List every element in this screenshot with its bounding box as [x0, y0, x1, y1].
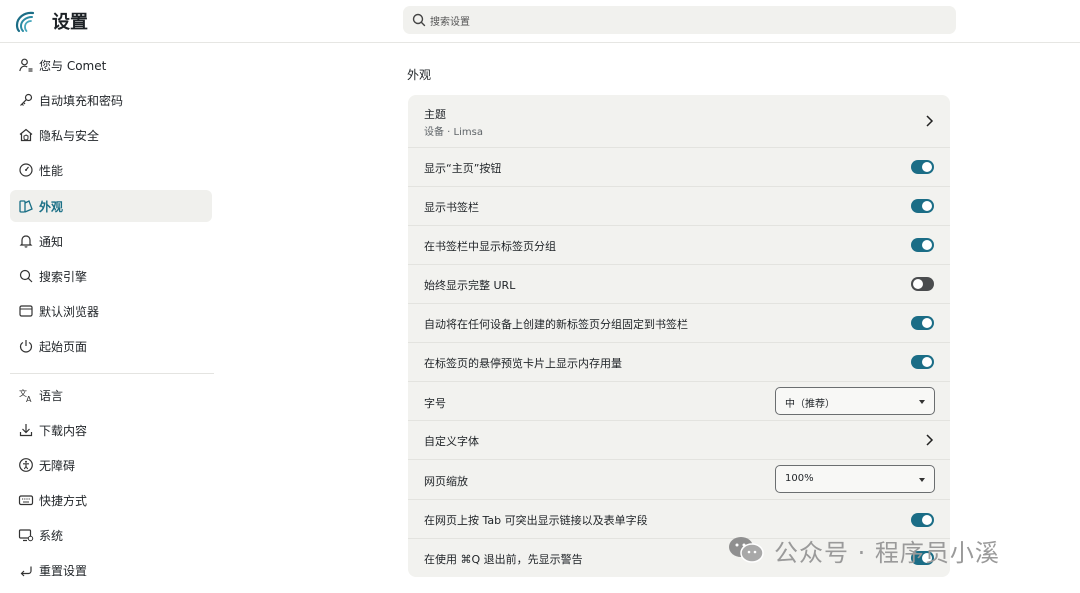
- sidebar-item-accessibility[interactable]: 无障碍: [10, 449, 212, 481]
- sidebar-item-reset[interactable]: 重置设置: [10, 554, 212, 586]
- sidebar-item-language[interactable]: 文 A 语言: [10, 379, 212, 411]
- settings-row-custom-fonts[interactable]: 自定义字体: [408, 420, 950, 459]
- reset-icon: [20, 566, 32, 577]
- user-icon: [19, 58, 33, 72]
- keyboard-icon: [18, 495, 34, 506]
- tab-groups-toggle[interactable]: [911, 238, 934, 252]
- sidebar-item-default-browser[interactable]: 默认浏览器: [10, 295, 212, 327]
- key-icon: [20, 93, 33, 106]
- home-button-toggle[interactable]: [911, 160, 934, 174]
- sidebar-item-label: 搜索引擎: [39, 269, 88, 284]
- sidebar-divider: [10, 373, 214, 374]
- font-size-select[interactable]: 中（推荐）: [775, 387, 935, 415]
- sidebar-item-label: 起始页面: [39, 339, 88, 354]
- settings-row-memory-usage: 在标签页的悬停预览卡片上显示内存用量: [408, 342, 950, 381]
- app-header: 设置 搜索设置: [0, 0, 1080, 43]
- wechat-icon: [729, 537, 764, 563]
- font-size-value: 中（推荐）: [785, 399, 835, 410]
- search-input[interactable]: 搜索设置: [403, 6, 956, 34]
- row-label: 在标签页的悬停预览卡片上显示内存用量: [424, 357, 622, 370]
- palette-icon: [19, 200, 33, 213]
- row-label: 自动将在任何设备上创建的新标签页分组固定到书签栏: [424, 318, 688, 331]
- search-icon: [412, 13, 426, 27]
- sidebar-item-shortcuts[interactable]: 快捷方式: [10, 484, 212, 516]
- settings-row-pin-tab-groups: 自动将在任何设备上创建的新标签页分组固定到书签栏: [408, 303, 950, 342]
- appearance-settings-panel: 主题 设备 · Limsa 显示“主页”按钮 显示书签栏 在书签栏中显示标签页分…: [408, 95, 950, 577]
- tab-highlight-toggle[interactable]: [911, 513, 934, 527]
- sidebar-item-label: 下载内容: [39, 423, 88, 438]
- chevron-down-icon: [919, 400, 925, 404]
- row-label: 在网页上按 Tab 可突出显示链接以及表单字段: [424, 514, 648, 527]
- sidebar-item-label: 默认浏览器: [39, 304, 100, 319]
- settings-row-theme[interactable]: 主题 设备 · Limsa: [408, 95, 950, 147]
- row-label: 主题: [424, 108, 446, 121]
- settings-row-full-url: 始终显示完整 URL: [408, 264, 950, 303]
- row-label: 在书签栏中显示标签页分组: [424, 240, 556, 253]
- sidebar-item-startup-page[interactable]: 起始页面: [10, 330, 212, 362]
- system-icon: [18, 529, 34, 542]
- sidebar-item-label: 重置设置: [39, 563, 88, 578]
- watermark: 公众号 · 程序员小溪: [726, 532, 1000, 568]
- svg-text:A: A: [26, 395, 32, 403]
- row-label: 网页缩放: [424, 475, 468, 488]
- sidebar-item-you-and-comet[interactable]: 您与 Comet: [10, 49, 212, 81]
- sidebar-item-appearance[interactable]: 外观: [10, 190, 212, 222]
- settings-row-page-zoom: 网页缩放 100%: [408, 459, 950, 499]
- sidebar-item-label: 隐私与安全: [39, 128, 100, 143]
- sidebar-item-label: 语言: [39, 388, 64, 403]
- sidebar-item-autofill[interactable]: 自动填充和密码: [10, 84, 212, 116]
- accessibility-icon: [19, 458, 33, 472]
- sidebar-item-downloads[interactable]: 下载内容: [10, 414, 212, 446]
- sidebar-item-notifications[interactable]: 通知: [10, 225, 212, 257]
- row-label: 自定义字体: [424, 435, 479, 448]
- power-icon: [19, 340, 33, 353]
- row-label: 在使用 ⌘Q 退出前，先显示警告: [424, 553, 583, 566]
- gauge-icon: [19, 163, 33, 177]
- row-label: 字号: [424, 397, 446, 410]
- sidebar-item-label: 快捷方式: [39, 493, 88, 508]
- sidebar-item-performance[interactable]: 性能: [10, 154, 212, 186]
- settings-row-font-size: 字号 中（推荐）: [408, 381, 950, 420]
- sidebar-item-label: 自动填充和密码: [39, 93, 124, 108]
- settings-row-tab-groups-in-bookmarks: 在书签栏中显示标签页分组: [408, 225, 950, 264]
- row-label: 显示“主页”按钮: [424, 162, 502, 175]
- translate-icon: 文 A: [19, 388, 32, 403]
- sidebar-item-search-engine[interactable]: 搜索引擎: [10, 260, 212, 292]
- row-sublabel: 设备 · Limsa: [424, 127, 483, 138]
- row-label: 始终显示完整 URL: [424, 279, 516, 292]
- browser-icon: [19, 305, 33, 317]
- search-icon: [19, 269, 33, 283]
- watermark-text: 公众号 · 程序员小溪: [774, 538, 1000, 567]
- sidebar-item-label: 外观: [39, 199, 64, 214]
- download-icon: [19, 424, 33, 437]
- sidebar-item-label: 通知: [39, 234, 64, 249]
- sidebar-item-system[interactable]: 系统: [10, 519, 212, 551]
- bell-icon: [19, 235, 33, 248]
- full-url-toggle[interactable]: [911, 277, 934, 291]
- sidebar: 您与 Comet 自动填充和密码 隐私与安全 性能 外观 通知 搜索引擎 默认浏…: [0, 43, 222, 593]
- page-zoom-select[interactable]: 100%: [775, 465, 935, 493]
- page-title: 设置: [52, 12, 88, 33]
- memory-usage-toggle[interactable]: [911, 355, 934, 369]
- comet-logo-icon: [15, 11, 35, 33]
- sidebar-item-privacy[interactable]: 隐私与安全: [10, 119, 212, 151]
- chevron-right-icon: [926, 434, 934, 446]
- sidebar-item-label: 性能: [39, 163, 64, 178]
- bookmarks-bar-toggle[interactable]: [911, 199, 934, 213]
- home-shield-icon: [19, 128, 33, 142]
- search-placeholder: 搜索设置: [430, 17, 470, 28]
- row-label: 显示书签栏: [424, 201, 479, 214]
- chevron-down-icon: [919, 478, 925, 482]
- settings-row-show-bookmarks-bar: 显示书签栏: [408, 186, 950, 225]
- section-title: 外观: [407, 68, 432, 82]
- chevron-right-icon: [926, 115, 934, 127]
- pin-tab-groups-toggle[interactable]: [911, 316, 934, 330]
- sidebar-item-label: 您与 Comet: [39, 58, 107, 73]
- sidebar-item-label: 系统: [39, 528, 64, 543]
- page-zoom-value: 100%: [785, 473, 814, 484]
- settings-row-show-home-button: 显示“主页”按钮: [408, 147, 950, 186]
- sidebar-item-label: 无障碍: [39, 458, 76, 473]
